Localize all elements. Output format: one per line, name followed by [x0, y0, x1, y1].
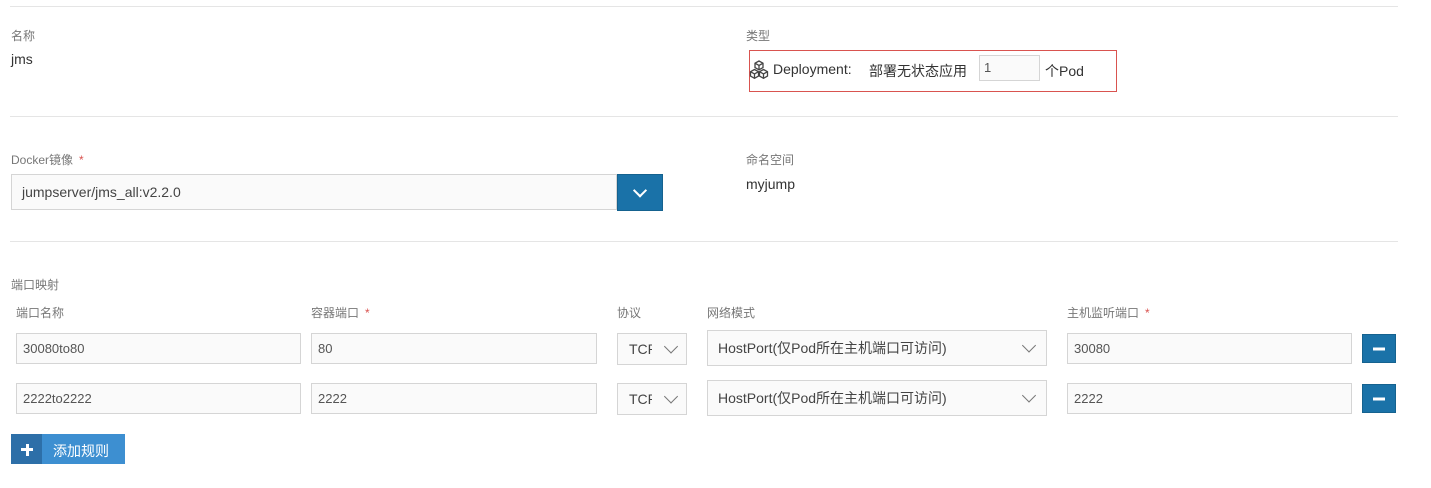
image-label: Docker镜像 * [11, 151, 84, 168]
header-host-port-text: 主机监听端口 [1067, 306, 1140, 320]
port-name-input[interactable]: 30080to80 [16, 333, 301, 364]
network-mode-value: HostPort(仅Pod所在主机端口可访问) [718, 340, 947, 356]
chevron-down-icon [632, 182, 648, 198]
image-dropdown-button[interactable] [617, 174, 663, 211]
cubes-icon [748, 59, 770, 81]
name-label: 名称 [11, 29, 36, 43]
minus-icon [1373, 347, 1385, 350]
protocol-value: TCP [629, 341, 652, 357]
image-select[interactable]: jumpserver/jms_all:v2.2.0 [11, 174, 617, 210]
required-marker: * [365, 306, 370, 320]
namespace-value: myjump [746, 176, 796, 192]
name-value: jms [11, 51, 33, 67]
deployment-type-box: Deployment: 部署无状态应用 1 个Pod [749, 50, 1117, 92]
add-rule-label: 添加规则 [53, 443, 109, 459]
network-mode-select[interactable]: HostPort(仅Pod所在主机端口可访问) [707, 330, 1047, 366]
divider-2 [10, 241, 1398, 242]
header-container-port: 容器端口 * [311, 304, 370, 321]
protocol-value: TCP [629, 391, 652, 407]
header-container-port-text: 容器端口 [311, 306, 360, 320]
header-host-port: 主机监听端口 * [1067, 304, 1150, 321]
chevron-down-icon [1021, 338, 1037, 353]
header-network-mode: 网络模式 [707, 306, 756, 320]
header-protocol: 协议 [617, 306, 642, 320]
protocol-select[interactable]: TCP [617, 333, 687, 365]
deployment-prefix: Deployment: [773, 61, 852, 77]
required-marker: * [1145, 306, 1150, 320]
deployment-desc: 部署无状态应用 [869, 63, 967, 79]
container-port-input[interactable]: 80 [311, 333, 597, 364]
remove-rule-button[interactable] [1362, 334, 1396, 363]
network-mode-value: HostPort(仅Pod所在主机端口可访问) [718, 390, 947, 406]
host-port-input[interactable]: 2222 [1067, 383, 1352, 414]
remove-rule-button[interactable] [1362, 384, 1396, 413]
top-divider [10, 6, 1398, 7]
type-label: 类型 [746, 29, 771, 43]
minus-icon [1373, 397, 1385, 400]
network-mode-select[interactable]: HostPort(仅Pod所在主机端口可访问) [707, 380, 1047, 416]
replicas-suffix: 个Pod [1045, 63, 1084, 79]
add-rule-button[interactable]: 添加规则 [11, 434, 125, 464]
chevron-down-icon [663, 389, 679, 404]
container-port-input[interactable]: 2222 [311, 383, 597, 414]
plus-icon [11, 434, 42, 464]
divider-1 [10, 116, 1398, 117]
header-port-name: 端口名称 [16, 306, 65, 320]
chevron-down-icon [663, 339, 679, 354]
required-marker: * [79, 153, 84, 167]
port-mapping-label: 端口映射 [11, 278, 60, 292]
replicas-input[interactable]: 1 [979, 55, 1040, 81]
port-name-input[interactable]: 2222to2222 [16, 383, 301, 414]
image-label-text: Docker镜像 [11, 153, 74, 167]
namespace-label: 命名空间 [746, 153, 795, 167]
chevron-down-icon [1021, 388, 1037, 403]
host-port-input[interactable]: 30080 [1067, 333, 1352, 364]
protocol-select[interactable]: TCP [617, 383, 687, 415]
